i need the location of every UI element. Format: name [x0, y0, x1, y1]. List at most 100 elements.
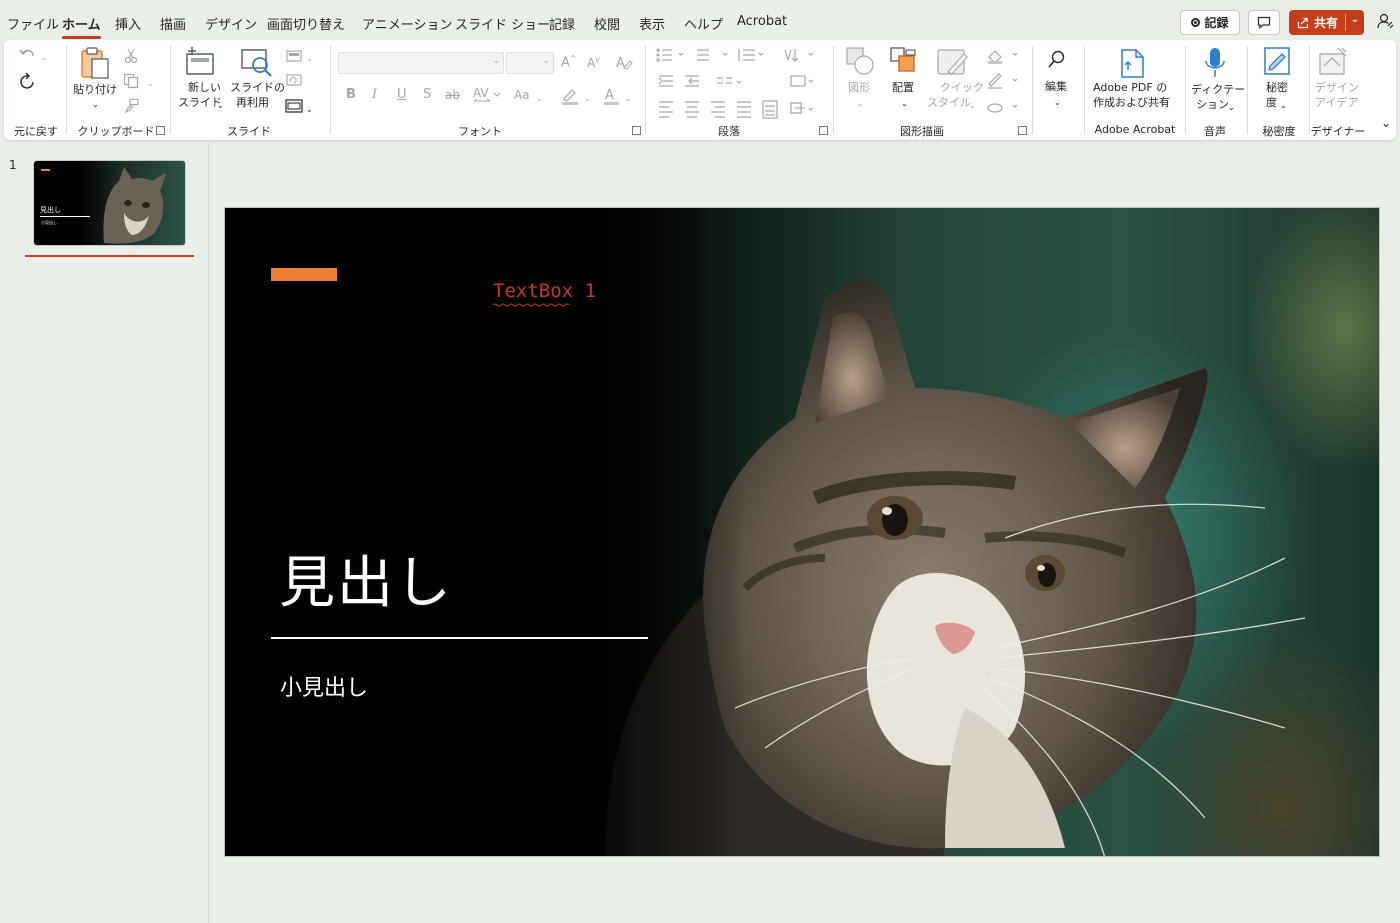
ribbon-collapse-chevron-icon[interactable]: ⌄ [1381, 116, 1391, 131]
tab-animations[interactable]: アニメーション [362, 14, 452, 33]
coauthor-person-icon[interactable] [1376, 12, 1394, 30]
tab-help[interactable]: ヘルプ [684, 14, 723, 33]
increase-font-icon[interactable]: A^ [561, 54, 577, 70]
dictation-dropdown-icon[interactable]: ⌄ [1228, 100, 1235, 115]
new-slide-label-2[interactable]: スライド [178, 95, 222, 110]
quick-styles-label-2[interactable]: スタイル [927, 95, 971, 110]
layout-icon[interactable] [286, 50, 302, 62]
reset-slide-icon[interactable] [286, 74, 302, 86]
tab-transitions[interactable]: 画面切り替え [267, 14, 345, 33]
reuse-slides-label-1[interactable]: スライドの [230, 80, 285, 95]
cat-photo[interactable] [565, 208, 1379, 856]
dictation-label-2[interactable]: ション [1196, 97, 1229, 112]
clear-formatting-icon[interactable]: A [615, 54, 633, 72]
tab-draw[interactable]: 描画 [160, 14, 186, 33]
adobe-pdf-label-1[interactable]: Adobe PDF の [1093, 80, 1167, 95]
reuse-slides-label-2[interactable]: 再利用 [236, 95, 269, 110]
new-slide-dropdown-icon[interactable]: ⌄ [217, 98, 224, 113]
change-case-button[interactable]: Aa [514, 88, 530, 102]
copy-icon[interactable] [123, 73, 139, 89]
sensitivity-dropdown-icon[interactable]: ⌄ [1280, 98, 1287, 113]
font-color-dropdown-icon[interactable]: ⌄ [625, 91, 632, 106]
editing-dropdown-icon[interactable]: ⌄ [1054, 95, 1061, 110]
quick-styles-label-1[interactable]: クイック [940, 80, 984, 95]
share-button[interactable]: 共有 ⌄ [1289, 10, 1364, 35]
tab-review[interactable]: 校閲 [594, 14, 620, 33]
tab-acrobat[interactable]: Acrobat [737, 14, 787, 29]
tab-insert[interactable]: 挿入 [115, 14, 141, 33]
quick-styles-dropdown-icon[interactable]: ⌄ [969, 98, 976, 113]
decrease-font-icon[interactable]: Av [587, 55, 600, 70]
new-slide-icon[interactable] [184, 46, 216, 76]
format-painter-icon[interactable] [124, 98, 140, 114]
font-name-combobox[interactable]: ⌄ [338, 52, 504, 74]
record-button[interactable]: 記録 [1180, 10, 1240, 35]
font-name-dropdown-icon[interactable]: ⌄ [492, 56, 500, 66]
tab-file[interactable]: ファイル [7, 14, 59, 33]
editing-button-label[interactable]: 編集 [1045, 79, 1067, 94]
highlight-dropdown-icon[interactable]: ⌄ [584, 91, 591, 106]
shapes-label[interactable]: 図形 [848, 80, 870, 95]
slide-canvas[interactable]: TextBox 1 見出し 小見出し [224, 207, 1380, 857]
section-icon[interactable] [285, 99, 303, 113]
strikethrough-button[interactable]: ab [445, 88, 460, 102]
slide-subtitle[interactable]: 小見出し [280, 670, 368, 702]
undo-icon[interactable] [18, 46, 38, 64]
redo-icon[interactable] [18, 72, 38, 92]
character-spacing-icon[interactable]: AV [472, 86, 502, 104]
chevron-down-icon[interactable]: ⌄ [1351, 14, 1359, 25]
adobe-pdf-label-2[interactable]: 作成および共有 [1093, 95, 1170, 110]
paste-icon[interactable] [79, 46, 111, 80]
slide-thumbnail[interactable]: 見出し 小見出し [33, 160, 186, 246]
reuse-slides-icon[interactable] [240, 48, 274, 78]
adobe-pdf-create-icon[interactable] [1119, 48, 1147, 80]
cut-icon[interactable] [124, 48, 138, 64]
font-color-icon[interactable]: A [602, 86, 622, 106]
slide-textbox[interactable]: TextBox 1 [493, 280, 596, 307]
font-size-combobox[interactable]: ⌄ [506, 52, 554, 74]
sensitivity-label-2[interactable]: 度 [1266, 95, 1277, 110]
sensitivity-icon[interactable] [1262, 46, 1292, 78]
design-ideas-label-1[interactable]: デザイン [1315, 80, 1359, 95]
microphone-icon[interactable] [1204, 46, 1226, 80]
shapes-icon[interactable] [845, 46, 875, 76]
slide-title[interactable]: 見出し [279, 538, 453, 619]
new-slide-label-1[interactable]: 新しい [188, 80, 221, 95]
tab-home[interactable]: ホーム [62, 14, 101, 39]
drawing-dialog-launcher[interactable] [1018, 126, 1027, 135]
section-dropdown-icon[interactable]: ⌄ [306, 102, 313, 117]
sensitivity-label-1[interactable]: 秘密 [1266, 80, 1288, 95]
paste-button-label[interactable]: 貼り付け [73, 82, 117, 97]
paragraph-dialog-launcher[interactable] [819, 126, 828, 135]
quick-styles-icon[interactable] [936, 46, 970, 78]
italic-button[interactable]: I [372, 87, 377, 102]
font-dialog-launcher[interactable] [632, 126, 641, 135]
paste-dropdown-icon[interactable]: ⌄ [92, 97, 99, 112]
highlight-icon[interactable] [560, 86, 580, 106]
clipboard-dialog-launcher[interactable] [156, 126, 165, 135]
font-size-dropdown-icon[interactable]: ⌄ [542, 56, 550, 66]
shapes-dropdown-icon[interactable]: ⌄ [857, 96, 864, 111]
arrange-icon[interactable] [889, 46, 919, 76]
slide-textbox-text[interactable]: TextBox 1 [493, 280, 596, 302]
dictation-label-1[interactable]: ディクテー [1191, 82, 1245, 97]
underline-button[interactable]: U [397, 87, 407, 102]
arrange-label[interactable]: 配置 [892, 80, 914, 95]
paragraph-controls-icon[interactable] [655, 48, 815, 128]
tab-slideshow[interactable]: スライド ショー [455, 14, 550, 33]
design-ideas-label-2[interactable]: アイデア [1315, 95, 1358, 110]
bold-button[interactable]: B [346, 87, 356, 102]
tab-design[interactable]: デザイン [205, 14, 257, 33]
layout-dropdown-icon[interactable]: ⌄ [306, 51, 313, 66]
tab-record[interactable]: 記録 [549, 14, 575, 33]
tab-view[interactable]: 表示 [639, 14, 665, 33]
shape-format-icons[interactable] [986, 48, 1026, 118]
arrange-dropdown-icon[interactable]: ⌄ [901, 96, 908, 111]
text-shadow-button[interactable]: S [423, 87, 431, 102]
design-ideas-icon[interactable] [1318, 46, 1350, 78]
copy-dropdown-icon[interactable]: ⌄ [147, 76, 154, 91]
comments-button[interactable] [1248, 10, 1280, 35]
change-case-dropdown-icon[interactable]: ⌄ [536, 91, 543, 106]
search-icon[interactable] [1048, 50, 1066, 70]
slide-accent-bar[interactable] [271, 268, 337, 281]
